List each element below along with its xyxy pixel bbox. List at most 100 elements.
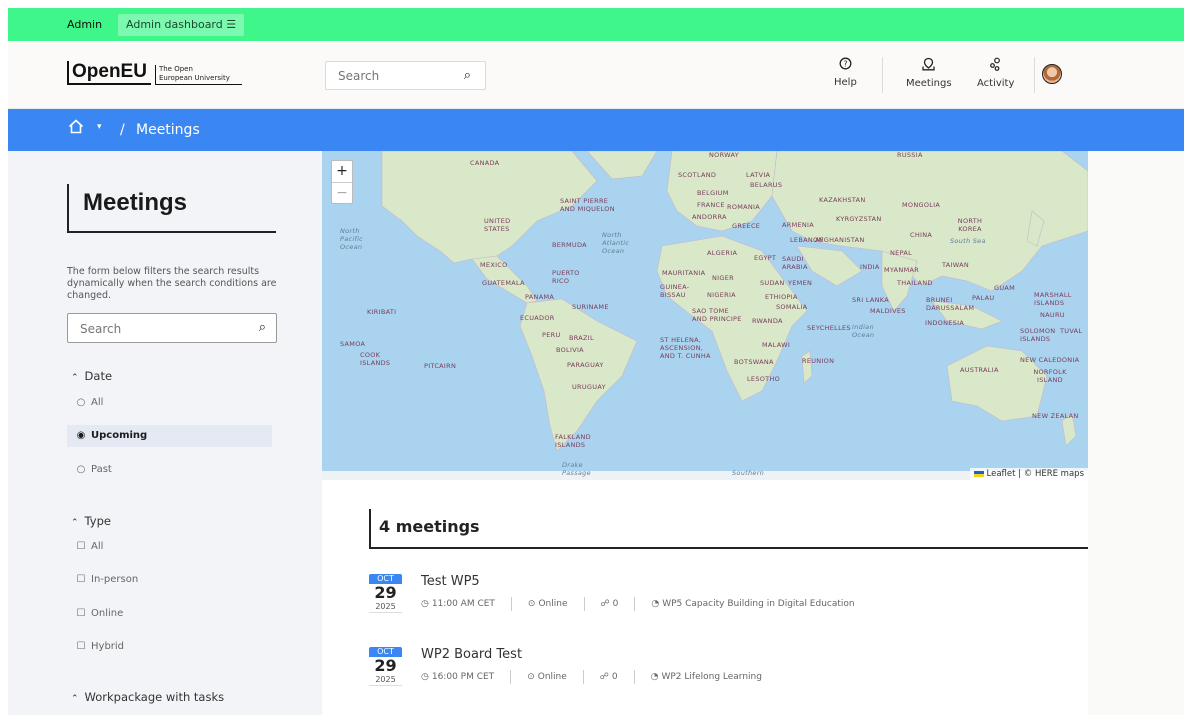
header-search-input[interactable] [338,69,448,83]
openeu-logo[interactable]: OpenEU The Open European University [67,61,242,85]
activity-icon [977,57,1014,75]
map-label: EGYPT [754,254,777,262]
type-option-in-person[interactable]: ☐ In-person [67,569,272,591]
meeting-card[interactable]: OCT 29 2025 WP2 Board Test ◷ 16:00 PM CET… [369,647,1088,692]
zoom-out-button[interactable]: − [332,182,352,203]
map-label: MYANMAR [884,266,920,274]
map-label: Drake Passage [562,461,591,477]
map-label: CANADA [470,159,500,167]
radio-checked-icon: ◉ [76,430,86,441]
map-label: REUNION [802,357,835,365]
meeting-year: 2025 [369,602,402,613]
meta-divider [583,597,585,611]
checkbox-icon: ☐ [76,641,86,652]
chevron-down-icon[interactable]: ▾ [97,122,102,132]
map-label: AUSTRALIA [960,366,999,374]
search-icon[interactable]: ⌕ [259,320,266,335]
map-label: North Atlantic Ocean [602,231,630,255]
results-count: 4 meetings [379,517,480,536]
user-avatar[interactable] [1042,64,1062,84]
meta-divider [510,670,512,684]
workpackage-filter-toggle[interactable]: ⌃ Workpackage with tasks [71,690,224,704]
type-filter-toggle[interactable]: ⌃ Type [71,514,111,528]
map-label: North Pacific Ocean [340,227,364,251]
map-label: NORWAY [709,151,740,159]
date-option-all[interactable]: ○ All [67,392,272,414]
map-label: ANDORRA [692,213,727,221]
meeting-meta: ◷ 16:00 PM CET ⊙ Online ☍ 0 ◔ WP2 Lifelong L… [421,670,762,684]
breadcrumb-current[interactable]: Meetings [136,122,200,138]
map-label: GUAM [994,284,1016,292]
map-label: PITCAIRN [424,362,457,370]
zoom-in-button[interactable]: + [332,161,352,182]
help-label: Help [834,77,857,88]
chevron-up-icon: ⌃ [71,694,79,704]
type-option-label: Hybrid [91,641,125,652]
meetings-link[interactable]: Meetings [906,57,952,89]
svg-text:?: ? [843,59,847,68]
main-content: CANADA NORWAY RUSSIA SCOTLAND LATVIA BEL… [322,151,1088,715]
search-icon[interactable]: ⌕ [464,68,471,83]
map-label: ECUADOR [520,314,555,322]
type-option-hybrid[interactable]: ☐ Hybrid [67,636,272,658]
workpackage-filter-title: Workpackage with tasks [84,690,225,704]
meeting-workpackage[interactable]: WP5 Capacity Building in Digital Educati… [662,599,854,609]
date-option-upcoming[interactable]: ◉ Upcoming [67,425,272,447]
home-icon[interactable] [68,119,84,139]
sidebar-search: ⌕ [67,313,277,343]
map-label: Southern [732,469,765,477]
map-label: PUERTO RICO [552,269,580,285]
type-option-label: In-person [91,574,139,585]
meeting-comments: 0 [611,672,618,682]
help-circle-icon: ? [834,57,857,74]
meeting-time: 16:00 PM CET [431,672,495,682]
map-label: MALDIVES [870,307,906,315]
map-label: GREECE [732,222,761,230]
map-label: PERU [542,331,561,339]
meetings-label: Meetings [906,78,952,89]
logo-tagline: The Open European University [154,65,242,85]
meeting-title[interactable]: WP2 Board Test [421,647,522,662]
map-label: FALKLAND ISLANDS [555,433,591,449]
help-link[interactable]: ? Help [834,57,857,88]
map-label: Indian Ocean [852,323,875,339]
map-label: MARSHALL ISLANDS [1034,291,1072,307]
date-option-past[interactable]: ○ Past [67,459,272,481]
map-label: SAINT PIERRE AND MIQUELON [560,197,615,213]
map-label: SCOTLAND [678,171,717,179]
checkbox-icon: ☐ [76,541,86,552]
radio-unchecked-icon: ○ [76,397,86,408]
meetings-map[interactable]: CANADA NORWAY RUSSIA SCOTLAND LATVIA BEL… [322,151,1088,480]
meetings-icon [906,57,952,75]
right-gutter [1088,151,1184,715]
map-label: PARAGUAY [567,361,604,369]
map-label: NAURU [1040,311,1065,319]
meeting-date-badge: OCT 29 2025 [369,647,402,686]
meeting-card[interactable]: OCT 29 2025 Test WP5 ◷ 11:00 AM CET ⊙ Onli… [369,574,1088,619]
meeting-title[interactable]: Test WP5 [421,574,480,589]
map-attribution[interactable]: Leaflet | © HERE maps [969,468,1088,480]
map-label: LESOTHO [747,375,781,383]
logo-brand: OpenEU [67,61,151,85]
meta-divider [634,597,636,611]
type-option-all[interactable]: ☐ All [67,536,272,558]
map-label: NEW ZEALAN [1032,412,1079,420]
admin-dashboard-button[interactable]: Admin dashboard ☰ [118,14,245,36]
date-filter-title: Date [84,369,113,383]
activity-link[interactable]: Activity [977,57,1014,89]
header-divider [1034,57,1035,93]
map-label: ALGERIA [707,249,738,257]
map-label: SOMALIA [776,303,808,311]
map-label: SAO TOME AND PRINCIPE [692,307,742,323]
map-label: FRANCE [697,201,725,209]
map-label: BOTSWANA [734,358,774,366]
map-label: NORTH KOREA [957,217,983,233]
type-option-online[interactable]: ☐ Online [67,603,272,625]
map-label: YEMEN [788,279,813,287]
meeting-workpackage[interactable]: WP2 Lifelong Learning [661,672,762,682]
meta-divider [582,670,584,684]
sidebar-search-input[interactable] [80,322,230,336]
date-filter-toggle[interactable]: ⌃ Date [71,369,112,383]
admin-label[interactable]: Admin [67,18,102,31]
checkbox-icon: ☐ [76,574,86,585]
